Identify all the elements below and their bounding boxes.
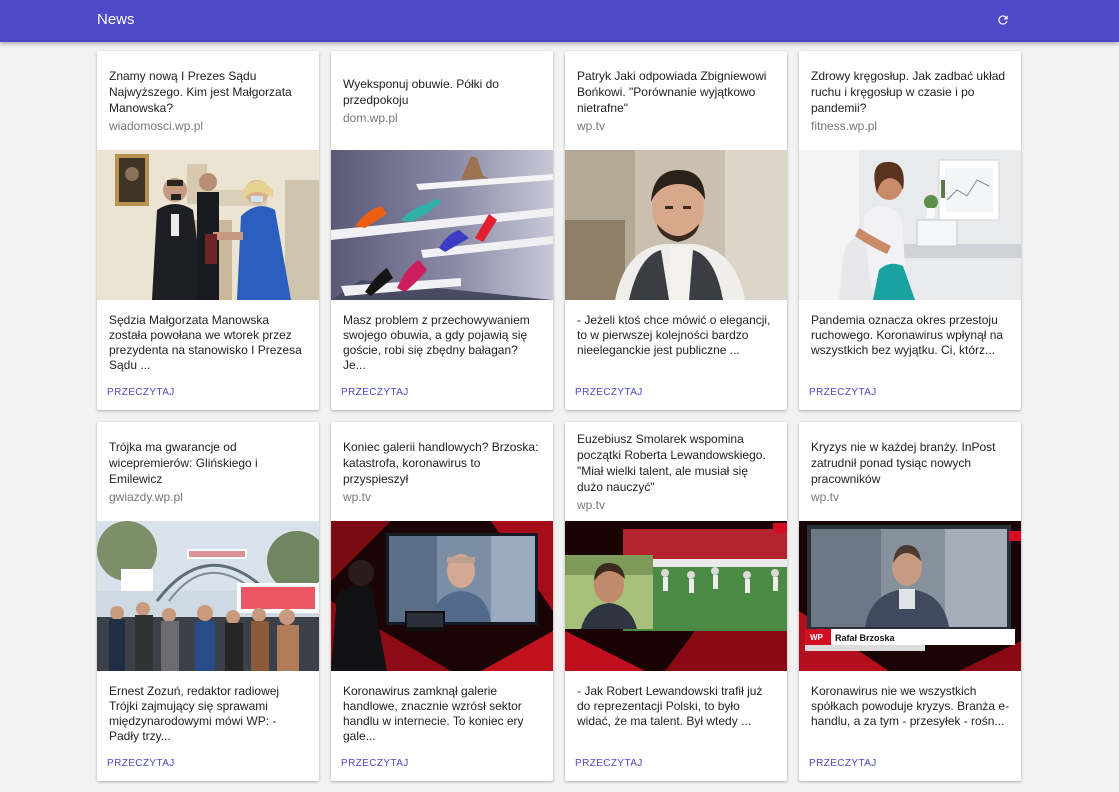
news-card[interactable]: Kryzys nie w każdej branży. InPost zatru… xyxy=(799,422,1021,781)
read-button[interactable]: PRZECZYTAJ xyxy=(107,758,175,769)
card-description: - Jeżeli ktoś chce mówić o elegancji, to… xyxy=(577,313,771,357)
news-card[interactable]: Wyeksponuj obuwie. Półki do przedpokoju … xyxy=(331,51,553,410)
news-card[interactable]: Zdrowy kręgosłup. Jak zadbać układ ruchu… xyxy=(799,51,1021,410)
svg-text:WP: WP xyxy=(810,633,824,642)
news-card[interactable]: Znamy nową I Prezes Sądu Najwyższego. Ki… xyxy=(97,51,319,410)
card-header: Zdrowy kręgosłup. Jak zadbać układ ruchu… xyxy=(799,51,1021,150)
card-source: fitness.wp.pl xyxy=(811,118,878,133)
protest-crowd-photo[interactable] xyxy=(97,521,319,671)
card-source: wp.tv xyxy=(577,497,606,512)
card-description: Koronawirus nie we wszystkich spółkach p… xyxy=(811,684,1010,728)
card-source: wiadomosci.wp.pl xyxy=(109,118,204,133)
card-title[interactable]: Zdrowy kręgosłup. Jak zadbać układ ruchu… xyxy=(811,68,1009,116)
card-title[interactable]: Wyeksponuj obuwie. Półki do przedpokoju xyxy=(343,76,541,108)
news-card[interactable]: Patryk Jaki odpowiada Zbigniewowi Bońkow… xyxy=(565,51,787,410)
two-people-handshake-photo[interactable] xyxy=(97,150,319,300)
card-header: Trójka ma gwarancje od wicepremierów: Gl… xyxy=(97,422,319,521)
card-header: Patryk Jaki odpowiada Zbigniewowi Bońkow… xyxy=(565,51,787,150)
read-button[interactable]: PRZECZYTAJ xyxy=(575,387,643,398)
card-title[interactable]: Kryzys nie w każdej branży. InPost zatru… xyxy=(811,439,1009,487)
read-button[interactable]: PRZECZYTAJ xyxy=(107,387,175,398)
card-header: Wyeksponuj obuwie. Półki do przedpokoju … xyxy=(331,51,553,150)
read-button[interactable]: PRZECZYTAJ xyxy=(341,387,409,398)
card-source: gwiazdy.wp.pl xyxy=(109,489,183,504)
card-source: wp.tv xyxy=(811,489,840,504)
news-card[interactable]: Euzebiusz Smolarek wspomina początki Rob… xyxy=(565,422,787,781)
read-button[interactable]: PRZECZYTAJ xyxy=(575,758,643,769)
card-source: wp.tv xyxy=(343,489,372,504)
shoes-on-shelves-photo[interactable] xyxy=(331,150,553,300)
tv-studio-screen-photo[interactable] xyxy=(331,521,553,671)
read-button[interactable]: PRZECZYTAJ xyxy=(809,758,877,769)
man-interview-photo[interactable] xyxy=(565,150,787,300)
card-source: wp.tv xyxy=(577,118,606,133)
card-header: Kryzys nie w każdej branży. InPost zatru… xyxy=(799,422,1021,521)
app-title: News xyxy=(97,11,135,28)
card-description: Ernest Zozuń, redaktor radiowej Trójki z… xyxy=(109,684,280,743)
card-source: dom.wp.pl xyxy=(343,110,398,125)
card-title[interactable]: Koniec galerii handlowych? Brzoska: kata… xyxy=(343,439,541,487)
card-header: Koniec galerii handlowych? Brzoska: kata… xyxy=(331,422,553,521)
video-caption-name: Rafał Brzoska xyxy=(835,633,896,643)
card-description: Sędzia Małgorzata Manowska została powoł… xyxy=(109,313,302,372)
card-title[interactable]: Znamy nową I Prezes Sądu Najwyższego. Ki… xyxy=(109,68,307,116)
card-description: - Jak Robert Lewandowski trafił już do r… xyxy=(577,684,763,728)
card-description: Pandemia oznacza okres przestoju ruchowe… xyxy=(811,313,1004,357)
card-description: Koronawirus zamknął galerie handlowe, zn… xyxy=(343,684,524,743)
read-button[interactable]: PRZECZYTAJ xyxy=(341,758,409,769)
card-header: Znamy nową I Prezes Sądu Najwyższego. Ki… xyxy=(97,51,319,150)
news-grid: Znamy nową I Prezes Sądu Najwyższego. Ki… xyxy=(97,51,1021,781)
card-title[interactable]: Euzebiusz Smolarek wspomina początki Rob… xyxy=(577,431,775,495)
card-title[interactable]: Trójka ma gwarancje od wicepremierów: Gl… xyxy=(109,439,307,487)
app-bar: News xyxy=(0,0,1119,42)
refresh-icon xyxy=(998,15,1008,25)
refresh-button[interactable] xyxy=(990,7,1016,33)
video-call-photo[interactable]: WP Rafał Brzoska xyxy=(799,521,1021,671)
card-description: Masz problem z przechowywaniem swojego o… xyxy=(343,313,530,372)
news-card[interactable]: Koniec galerii handlowych? Brzoska: kata… xyxy=(331,422,553,781)
woman-at-desk-photo[interactable] xyxy=(799,150,1021,300)
news-card[interactable]: Trójka ma gwarancje od wicepremierów: Gl… xyxy=(97,422,319,781)
read-button[interactable]: PRZECZYTAJ xyxy=(809,387,877,398)
card-header: Euzebiusz Smolarek wspomina początki Rob… xyxy=(565,422,787,521)
football-training-photo[interactable] xyxy=(565,521,787,671)
card-title[interactable]: Patryk Jaki odpowiada Zbigniewowi Bońkow… xyxy=(577,68,775,116)
